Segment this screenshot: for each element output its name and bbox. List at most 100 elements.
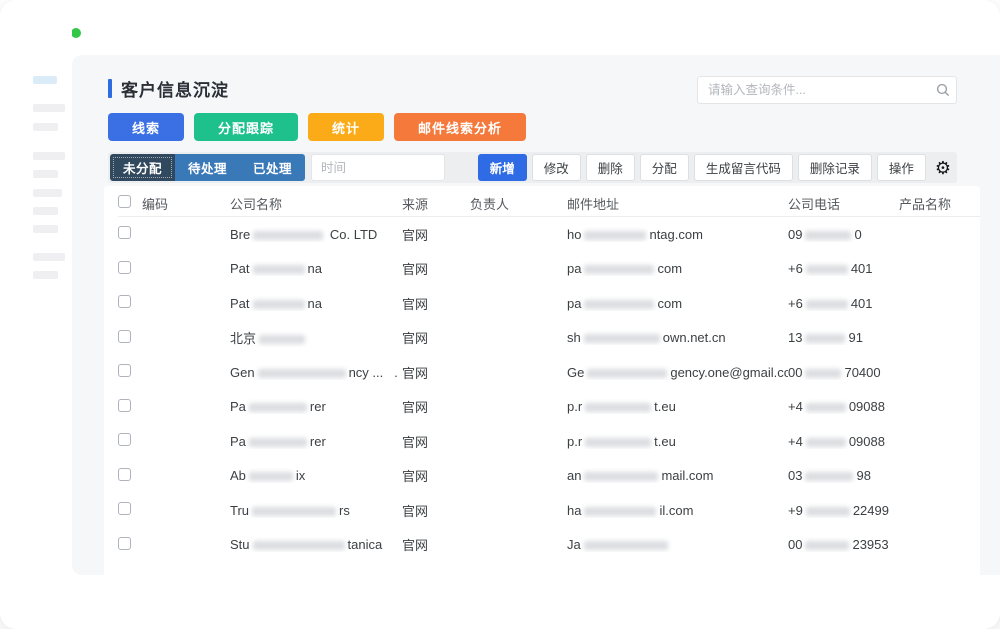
nav-button-email-lead-analysis[interactable]: 邮件线索分析 [394, 113, 526, 141]
zoom-window-button[interactable] [71, 28, 81, 38]
redacted-text [585, 438, 651, 447]
redacted-text [249, 472, 293, 481]
search-icon[interactable] [930, 83, 956, 97]
cell-phone: +409088 [788, 399, 899, 414]
action-buttons: 新增 修改 删除 分配 生成留言代码 删除记录 操作 ⚙ [478, 154, 957, 181]
row-checkbox[interactable] [118, 399, 131, 412]
redacted-text [584, 507, 656, 516]
redacted-text [805, 369, 841, 378]
cell-phone: 090 [788, 227, 899, 242]
cell-phone: +6401 [788, 296, 899, 311]
row-checkbox-cell [118, 468, 142, 484]
delete-button[interactable]: 删除 [586, 154, 635, 181]
tab-unassigned[interactable]: 未分配 [110, 154, 175, 181]
redacted-text [806, 507, 850, 516]
redacted-text [253, 231, 323, 240]
cell-email: p.rt.eu [567, 399, 788, 414]
operate-button[interactable]: 操作 [877, 154, 926, 181]
tab-processed[interactable]: 已处理 [240, 154, 305, 181]
row-checkbox[interactable] [118, 261, 131, 274]
redacted-text [253, 300, 305, 309]
row-checkbox[interactable] [118, 433, 131, 446]
assign-button[interactable]: 分配 [640, 154, 689, 181]
cell-company-name: Parer [230, 434, 402, 449]
gear-icon[interactable]: ⚙ [931, 159, 957, 177]
cell-phone: 0070400 [788, 365, 899, 380]
cell-company-name: Bre Co. LTD [230, 227, 402, 242]
column-header-email: 邮件地址 [567, 194, 788, 213]
cell-email: pacom [567, 261, 788, 276]
table-row: Bre Co. LTD官网hontag.com090 [118, 217, 980, 252]
cell-email: p.rt.eu [567, 434, 788, 449]
select-all-checkbox[interactable] [118, 195, 131, 208]
redacted-text [253, 265, 305, 274]
search-input[interactable] [698, 83, 930, 97]
cell-company-name: Abix [230, 468, 402, 483]
header-checkbox-cell [118, 195, 142, 211]
cell-source: 官网 [402, 535, 470, 554]
redacted-text [249, 403, 307, 412]
cell-phone: +922499 [788, 503, 899, 518]
cell-company-name: Parer [230, 399, 402, 414]
sidebar-skeleton-bar [33, 225, 58, 233]
status-tabs: 未分配 待处理 已处理 [110, 154, 305, 181]
cell-email: hail.com [567, 503, 788, 518]
sidebar-skeleton-bar [33, 170, 58, 178]
row-checkbox[interactable] [118, 330, 131, 343]
cell-email: pacom [567, 296, 788, 311]
page-title: 客户信息沉淀 [121, 76, 229, 101]
sidebar-skeleton-bar [33, 271, 58, 279]
cell-source: 官网 [402, 432, 470, 451]
column-header-source: 来源 [402, 194, 470, 213]
toolbar: 未分配 待处理 已处理 新增 修改 删除 分配 生成留言代码 删除记录 操作 ⚙ [108, 152, 957, 183]
cell-source: 官网 [402, 259, 470, 278]
nav-button-leads[interactable]: 线索 [108, 113, 184, 141]
redacted-text [584, 231, 646, 240]
redacted-text [805, 334, 845, 343]
column-header-company-name: 公司名称 [230, 194, 402, 213]
delete-record-button[interactable]: 删除记录 [798, 154, 872, 181]
nav-button-statistics[interactable]: 统计 [308, 113, 384, 141]
redacted-text [249, 438, 307, 447]
generate-message-code-button[interactable]: 生成留言代码 [694, 154, 793, 181]
cell-source: 官网 [402, 328, 470, 347]
redacted-text [587, 369, 667, 378]
row-checkbox-cell [118, 502, 142, 518]
redacted-text [253, 541, 345, 550]
sidebar-skeleton [0, 0, 72, 629]
cell-source: 官网 [402, 363, 470, 382]
date-filter [311, 154, 445, 181]
column-header-phone: 公司电话 [788, 194, 899, 213]
row-checkbox[interactable] [118, 537, 131, 550]
row-checkbox[interactable] [118, 226, 131, 239]
redacted-text [805, 231, 851, 240]
row-checkbox[interactable] [118, 364, 131, 377]
sidebar-skeleton-bar [33, 189, 62, 197]
tab-pending[interactable]: 待处理 [175, 154, 240, 181]
redacted-text [584, 334, 660, 343]
redacted-text [585, 403, 651, 412]
redacted-text [252, 507, 336, 516]
row-checkbox[interactable] [118, 468, 131, 481]
row-checkbox[interactable] [118, 502, 131, 515]
row-checkbox-cell [118, 330, 142, 346]
redacted-text [584, 265, 654, 274]
row-checkbox[interactable] [118, 295, 131, 308]
redacted-text [584, 541, 668, 550]
modify-button[interactable]: 修改 [532, 154, 581, 181]
table-row: Patna官网pacom+6401 [118, 286, 980, 321]
cell-email: shown.net.cn [567, 330, 788, 345]
table-row: Parer官网p.rt.eu+409088 [118, 424, 980, 459]
cell-phone: 1391 [788, 330, 899, 345]
cell-company-name: Patna [230, 296, 402, 311]
row-checkbox-cell [118, 433, 142, 449]
nav-button-assign-track[interactable]: 分配跟踪 [194, 113, 298, 141]
cell-source: 官网 [402, 466, 470, 485]
redacted-text [584, 472, 658, 481]
cell-company-name: Genncy ... . [230, 365, 402, 380]
add-button[interactable]: 新增 [478, 154, 527, 181]
cell-email: Ja [567, 537, 788, 552]
redacted-text [806, 438, 846, 447]
cell-source: 官网 [402, 225, 470, 244]
date-input[interactable] [312, 161, 491, 175]
